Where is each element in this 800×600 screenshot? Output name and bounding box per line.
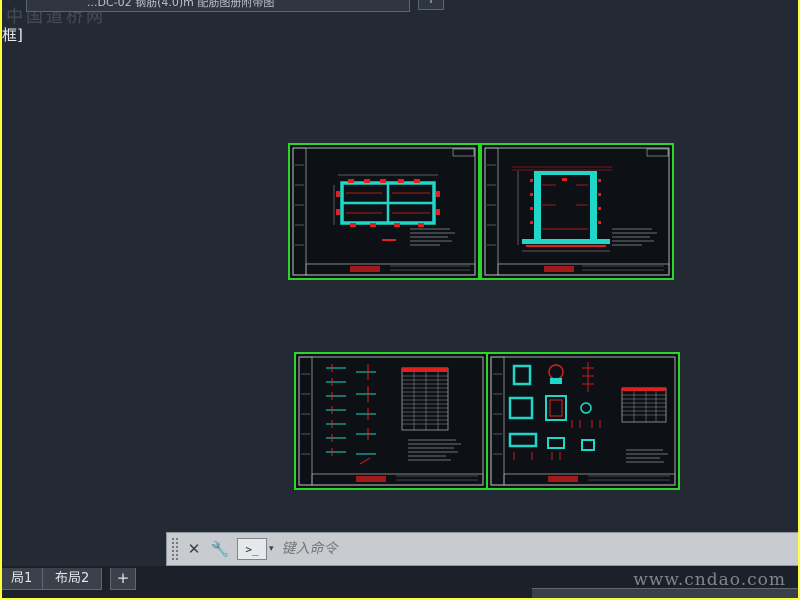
file-tab[interactable]: ...DC-02 钢筋(4.0)m 配筋图册附带图 — [26, 0, 410, 12]
model-space[interactable]: 中国道桥网 ...DC-02 钢筋(4.0)m 配筋图册附带图 + 框] — [2, 0, 798, 598]
file-tab-title: ...DC-02 钢筋(4.0)m 配筋图册附带图 — [87, 0, 275, 9]
section-details-drawing — [490, 356, 676, 486]
viewport-controls-label[interactable]: 框] — [2, 24, 23, 45]
drawing-sheet-plan[interactable] — [288, 143, 480, 280]
command-prompt-icon[interactable]: >_ — [237, 538, 267, 560]
close-icon[interactable]: ✕ — [183, 537, 205, 561]
wrench-icon[interactable]: 🔧 — [209, 537, 231, 561]
drawing-sheet-section-details[interactable] — [486, 352, 680, 490]
rebar-details-drawing — [298, 356, 484, 486]
plan-drawing — [292, 147, 476, 276]
tab-layout2[interactable]: 布局2 — [42, 568, 103, 590]
command-line[interactable]: ✕ 🔧 >_ ▾ — [166, 532, 798, 566]
drag-grip-handle[interactable] — [171, 537, 179, 561]
add-layout-button[interactable]: + — [110, 568, 136, 590]
elevation-drawing — [484, 147, 670, 276]
tab-layout1[interactable]: 局1 — [2, 568, 46, 590]
chevron-down-icon[interactable]: ▾ — [269, 544, 274, 554]
drawing-sheet-elevation[interactable] — [480, 143, 674, 280]
watermark-bottom: www.cndao.com — [633, 570, 786, 590]
command-input[interactable] — [281, 535, 795, 563]
new-file-tab-button[interactable]: + — [418, 0, 444, 10]
drawing-sheet-rebar-details[interactable] — [294, 352, 488, 490]
